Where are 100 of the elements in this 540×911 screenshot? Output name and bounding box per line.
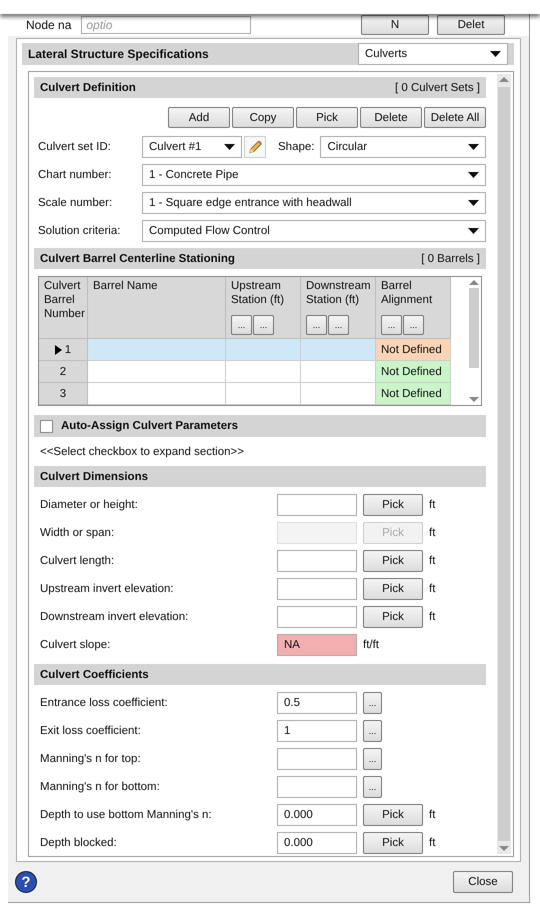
button[interactable]: Pick <box>363 832 423 854</box>
field-label: Upstream invert elevation: <box>40 583 175 595</box>
table-cell[interactable] <box>88 383 226 405</box>
input-field[interactable] <box>277 606 357 628</box>
button[interactable]: ... <box>363 748 382 770</box>
field-label: Manning's n for bottom: <box>40 781 161 793</box>
input-field[interactable]: 0.000 <box>277 804 357 826</box>
table-cell[interactable] <box>88 339 226 361</box>
dropdown-arrow-icon <box>468 228 479 234</box>
field-label: Culvert length: <box>40 555 116 567</box>
input-field[interactable] <box>277 776 357 798</box>
input-field[interactable]: optio <box>81 16 252 34</box>
table-cell[interactable]: Not Defined <box>376 361 451 383</box>
header-label: Downstream Station (ft) <box>306 279 370 307</box>
table-cell[interactable]: Not Defined <box>376 339 451 361</box>
dropdown[interactable]: 1 - Square edge entrance with headwall <box>142 192 486 214</box>
section-title: Culvert Barrel Centerline Stationing <box>40 252 235 264</box>
button[interactable]: Pick <box>363 606 423 628</box>
table-cell[interactable] <box>226 361 301 383</box>
dropdown[interactable]: Culvert #1 <box>142 136 242 158</box>
field-label: Entrance loss coefficient: <box>40 697 169 709</box>
section-title: Auto-Assign Culvert Parameters <box>61 420 238 432</box>
header-label: Upstream Station (ft) <box>231 279 286 307</box>
field-label: Depth blocked: <box>40 837 118 849</box>
dropdown[interactable]: Circular <box>320 136 486 158</box>
readout-field: NA <box>277 634 357 656</box>
field-label: Downstream invert elevation: <box>40 611 190 623</box>
table-cell[interactable] <box>301 361 376 383</box>
table-cell[interactable] <box>226 339 301 361</box>
button[interactable]: Pick <box>363 804 423 826</box>
input-field[interactable] <box>277 748 357 770</box>
edit-button[interactable] <box>244 136 266 158</box>
pencil-icon <box>247 139 263 155</box>
field-label: Exit loss coefficient: <box>40 725 142 737</box>
header-label: Barrel Alignment <box>381 279 434 307</box>
unit-label: ft <box>429 611 436 623</box>
button[interactable]: Add <box>168 107 230 128</box>
input-field[interactable]: 1 <box>277 720 357 742</box>
field-label: Manning's n for top: <box>40 753 142 765</box>
table-cell[interactable]: Not Defined <box>376 383 451 405</box>
button[interactable]: ... <box>363 720 382 742</box>
scrollbar[interactable] <box>497 74 511 854</box>
dropdown-arrow-icon <box>468 200 479 206</box>
row-header[interactable]: 1 <box>39 339 88 361</box>
table-cell[interactable] <box>301 383 376 405</box>
button[interactable]: ... <box>231 315 252 335</box>
dropdown[interactable]: Culverts <box>358 43 508 65</box>
button[interactable]: ... <box>306 315 327 335</box>
field-label: Depth to use bottom Manning's n: <box>40 809 213 821</box>
button[interactable]: ... <box>328 315 349 335</box>
table-cell[interactable] <box>301 339 376 361</box>
button[interactable]: ... <box>253 315 274 335</box>
button[interactable]: Delete All <box>424 107 486 128</box>
field-label: Culvert set ID: <box>38 141 112 153</box>
unit-label: ft <box>429 555 436 567</box>
field-label: Solution criteria: <box>38 225 122 237</box>
scrollbar[interactable] <box>467 277 481 405</box>
button[interactable]: ... <box>403 315 424 335</box>
unit-label: ft <box>429 499 436 511</box>
table-cell[interactable] <box>88 361 226 383</box>
button[interactable]: N <box>361 15 429 35</box>
unit-label: ft <box>429 583 436 595</box>
field-label: Culvert slope: <box>40 639 112 651</box>
dropdown-arrow-icon <box>490 51 501 57</box>
close-button[interactable]: Close <box>453 871 513 893</box>
unit-label: ft/ft <box>363 639 380 651</box>
dropdown[interactable]: Computed Flow Control <box>142 220 486 242</box>
button[interactable]: Pick <box>363 550 423 572</box>
field-label: Node na <box>26 18 72 32</box>
row-header[interactable]: 2 <box>39 361 88 383</box>
button[interactable]: ... <box>363 692 382 714</box>
table-cell[interactable] <box>226 383 301 405</box>
header-label: Barrel Name <box>93 279 159 293</box>
dropdown-arrow-icon <box>224 144 235 150</box>
field-label: Diameter or height: <box>40 499 139 511</box>
field-label: Scale number: <box>38 197 114 209</box>
button[interactable]: Delete <box>360 107 422 128</box>
button[interactable]: Copy <box>232 107 294 128</box>
dropdown[interactable]: 1 - Concrete Pipe <box>142 164 486 186</box>
input-field[interactable] <box>277 578 357 600</box>
count-label: [ 0 Culvert Sets ] <box>394 82 480 94</box>
field-label: Chart number: <box>38 169 113 181</box>
input-field[interactable] <box>277 550 357 572</box>
section-title: Culvert Coefficients <box>40 668 149 680</box>
section-title: Culvert Definition <box>40 82 136 94</box>
input-field[interactable]: 0.000 <box>277 832 357 854</box>
checkbox[interactable] <box>40 420 53 432</box>
button[interactable]: ... <box>363 776 382 798</box>
input-field[interactable]: 0.5 <box>277 692 357 714</box>
unit-label: ft <box>429 527 436 539</box>
row-header[interactable]: 3 <box>39 383 88 405</box>
button[interactable]: Pick <box>363 494 423 516</box>
button[interactable]: Delet <box>437 15 505 35</box>
help-icon[interactable]: ? <box>15 871 37 893</box>
field-label: Shape: <box>278 141 314 153</box>
button[interactable]: ... <box>381 315 402 335</box>
button[interactable]: Pick <box>296 107 358 128</box>
input-field[interactable] <box>277 494 357 516</box>
button[interactable]: Pick <box>363 578 423 600</box>
section-title: Lateral Structure Specifications <box>28 47 209 61</box>
